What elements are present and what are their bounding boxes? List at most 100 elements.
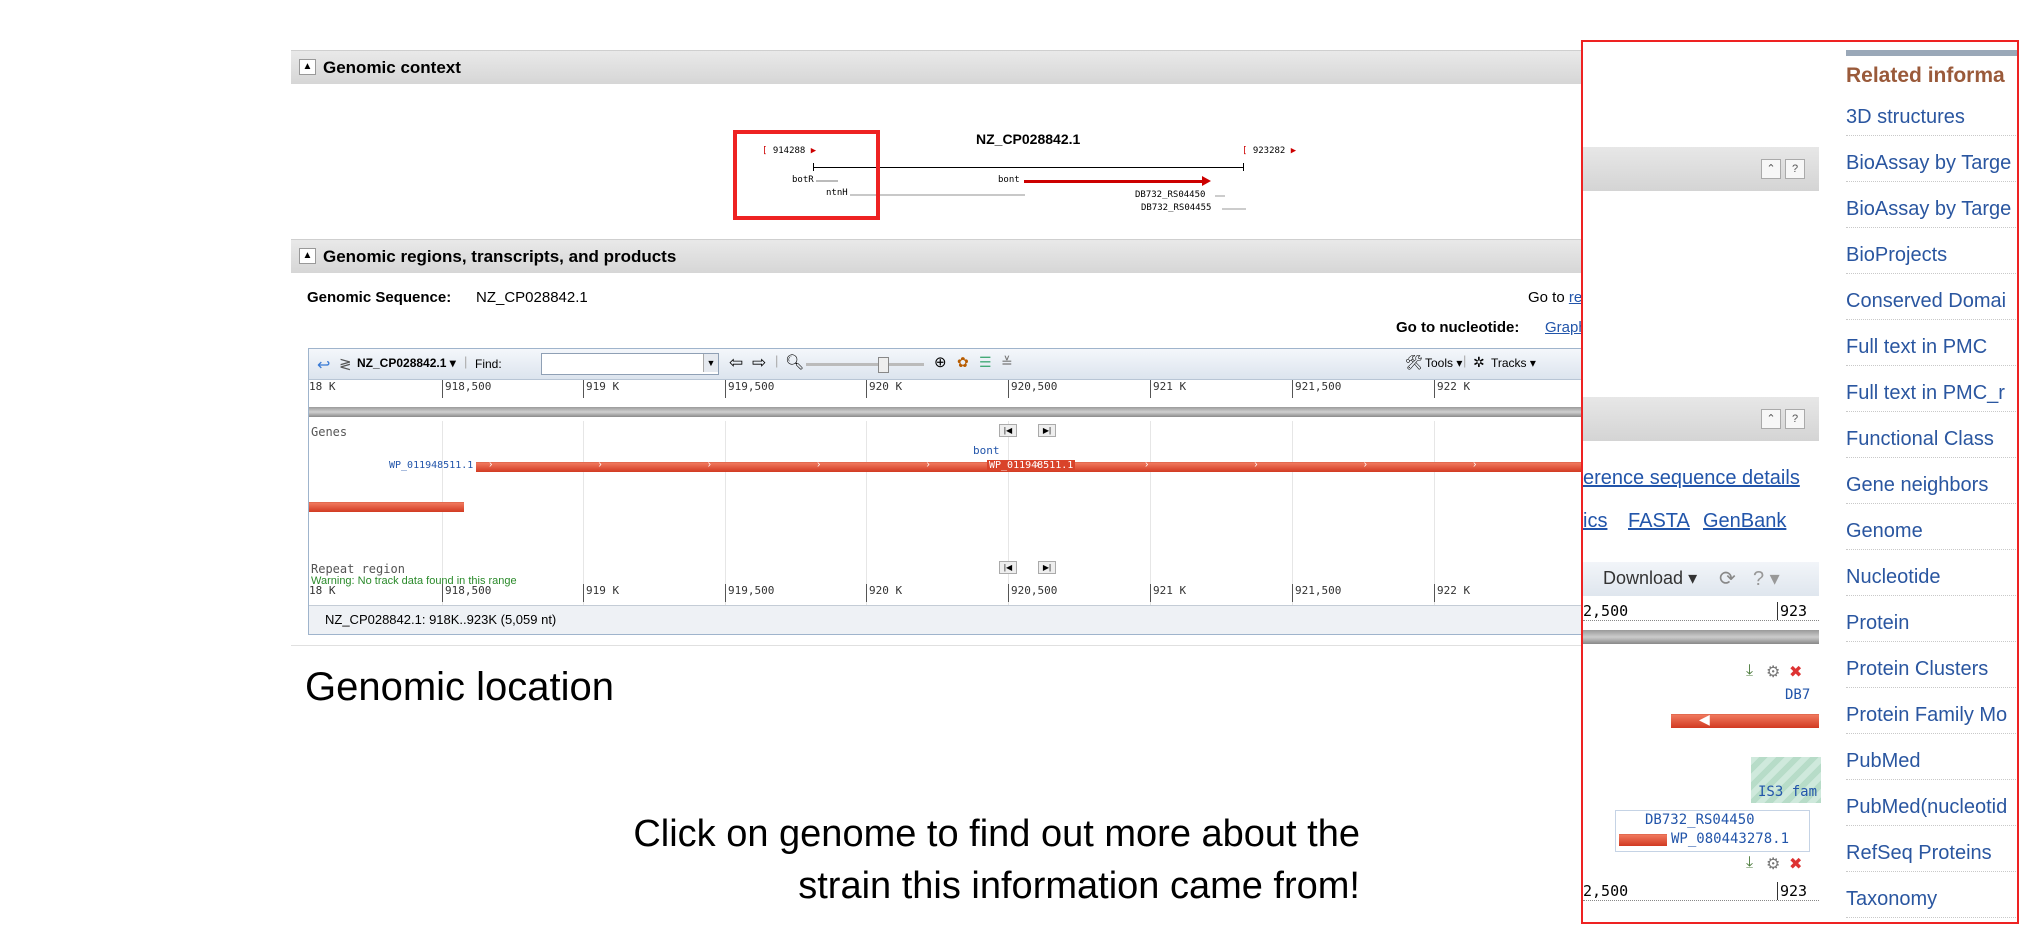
gene-label-rs04450[interactable]: DB732_RS04450 bbox=[1135, 190, 1205, 200]
zoom-out-icon[interactable]: 🔍︎ bbox=[785, 353, 804, 371]
tracks-menu[interactable]: Tracks ▾ bbox=[1491, 356, 1536, 370]
gene-arrow-rs04455[interactable] bbox=[1222, 208, 1246, 210]
related-link-protein[interactable]: Protein bbox=[1846, 612, 2017, 642]
overlay-ruler: 2,500 923 bbox=[1583, 602, 1819, 621]
genomic-sequence-label: Genomic Sequence: bbox=[307, 289, 452, 306]
genomic-regions-header[interactable]: ▲ Genomic regions, transcripts, and prod… bbox=[291, 239, 1611, 273]
overlay-label-is3[interactable]: IS3 fam bbox=[1758, 784, 1817, 800]
ruler-tick: 18 K bbox=[309, 584, 336, 597]
overlay-label-rs04450[interactable]: DB732_RS04450 bbox=[1645, 812, 1755, 828]
pan-left-icon[interactable]: ⇦ bbox=[729, 353, 743, 373]
ruler-tick: 919 K bbox=[583, 584, 619, 602]
download-menu[interactable]: Download ▾ bbox=[1603, 568, 1697, 589]
sequence-icon[interactable]: ✿ bbox=[957, 354, 969, 371]
pan-right-icon[interactable]: ⇨ bbox=[752, 353, 766, 373]
collapse-toggle-icon[interactable]: ▲ bbox=[299, 59, 316, 75]
sequence-switch-icon[interactable]: ≷ bbox=[339, 355, 352, 373]
gene-label-bont[interactable]: bont bbox=[998, 175, 1020, 185]
related-link-protein-family-models[interactable]: Protein Family Mo bbox=[1846, 704, 2017, 734]
reference-sequence-details-link[interactable]: erence sequence details bbox=[1583, 467, 1800, 490]
related-link-gene-neighbors[interactable]: Gene neighbors bbox=[1846, 474, 2017, 504]
related-link-bioassay-target-2[interactable]: BioAssay by Targe bbox=[1846, 198, 2017, 228]
overlay-label-db7[interactable]: DB7 bbox=[1785, 687, 1810, 703]
ruler-tick: 920 K bbox=[866, 380, 902, 398]
collapse-all-icon[interactable]: ⌃ bbox=[1761, 409, 1781, 429]
zoom-slider-handle[interactable] bbox=[878, 357, 889, 373]
related-link-bioassay-target[interactable]: BioAssay by Targe bbox=[1846, 152, 2017, 182]
find-label: Find: bbox=[475, 357, 502, 371]
bottom-ruler: 18 K 918,500 919 K 919,500 920 K 920,500… bbox=[309, 584, 1589, 604]
back-icon[interactable]: ↩ bbox=[317, 355, 330, 375]
find-input[interactable] bbox=[541, 353, 719, 375]
ntnh-gene-bar[interactable] bbox=[309, 502, 464, 512]
fasta-link[interactable]: FASTA bbox=[1628, 510, 1690, 533]
context-accession: NZ_CP028842.1 bbox=[976, 131, 1081, 147]
collapse-toggle-icon[interactable]: ▲ bbox=[299, 248, 316, 264]
close-icon[interactable]: ✖ bbox=[1789, 854, 1802, 874]
zoomed-overlay: ⌃ ? ⌃ ? erence sequence details ics FAST… bbox=[1581, 40, 2019, 924]
collapse-all-icon[interactable]: ⌃ bbox=[1761, 159, 1781, 179]
overlay-gene-bar-small[interactable] bbox=[1619, 834, 1667, 846]
related-link-full-text-pmc[interactable]: Full text in PMC bbox=[1846, 336, 2017, 366]
related-link-pubmed-nucleotide[interactable]: PubMed(nucleotid bbox=[1846, 796, 2017, 826]
overlay-gene-bar[interactable] bbox=[1671, 714, 1819, 728]
tools-menu[interactable]: Tools ▾ bbox=[1425, 356, 1462, 370]
related-link-protein-clusters[interactable]: Protein Clusters bbox=[1846, 658, 2017, 688]
track-next-icon[interactable]: ▶| bbox=[1038, 561, 1056, 574]
track-next-icon[interactable]: ▶| bbox=[1038, 424, 1056, 437]
related-link-refseq-proteins[interactable]: RefSeq Proteins bbox=[1846, 842, 2017, 872]
related-link-full-text-pmc-r[interactable]: Full text in PMC_r bbox=[1846, 382, 2017, 412]
viewer-toolbar: ↩ ≷ NZ_CP028842.1 ▾ | Find: ▼ ⇦ ⇨ | 🔍︎ ⊕… bbox=[309, 349, 1589, 380]
section-title: Genomic context bbox=[323, 58, 461, 77]
zoom-in-icon[interactable]: ⊕ bbox=[934, 353, 947, 371]
gene-arrow-rs04450[interactable] bbox=[1215, 195, 1225, 197]
track-prev-icon[interactable]: |◀ bbox=[999, 424, 1017, 437]
genes-track-label: Genes bbox=[311, 425, 348, 439]
sequence-bar[interactable] bbox=[309, 407, 1589, 417]
ruler-tick: 922 K bbox=[1434, 380, 1470, 398]
track-color-icon[interactable]: ☰ bbox=[979, 354, 992, 371]
genomic-location-heading: Genomic location bbox=[305, 665, 615, 709]
find-dropdown-icon[interactable]: ▼ bbox=[703, 354, 718, 372]
related-link-bioprojects[interactable]: BioProjects bbox=[1846, 244, 2017, 274]
gene-name-bont[interactable]: bont bbox=[973, 444, 1000, 457]
related-link-3d-structures[interactable]: 3D structures bbox=[1846, 106, 2017, 136]
ruler-tick: 918,500 bbox=[442, 584, 491, 602]
gene-arrow-bont[interactable] bbox=[1024, 180, 1204, 183]
help-icon[interactable]: ? bbox=[1785, 409, 1805, 429]
overlay-sequence-bar[interactable] bbox=[1583, 630, 1819, 644]
settings-icon[interactable]: ⚙ bbox=[1766, 662, 1780, 682]
ruler-tick: 921 K bbox=[1150, 380, 1186, 398]
related-link-conserved-domains[interactable]: Conserved Domai bbox=[1846, 290, 2017, 320]
related-link-nucleotide[interactable]: Nucleotide bbox=[1846, 566, 2017, 596]
status-text: NZ_CP028842.1: 918K..923K (5,059 nt) bbox=[325, 612, 557, 627]
graphics-link[interactable]: ics bbox=[1583, 510, 1607, 533]
collapse-tracks-icon[interactable]: ≚ bbox=[1001, 354, 1013, 371]
related-link-pubmed[interactable]: PubMed bbox=[1846, 750, 2017, 780]
related-link-taxonomy[interactable]: Taxonomy bbox=[1846, 888, 2017, 918]
ruler-tick: 923 bbox=[1777, 602, 1807, 620]
close-icon[interactable]: ✖ bbox=[1789, 662, 1802, 682]
related-link-genome[interactable]: Genome bbox=[1846, 520, 2017, 550]
settings-icon[interactable]: ⚙ bbox=[1766, 854, 1780, 874]
zoom-slider-track[interactable] bbox=[806, 363, 924, 366]
viewer-accession-dropdown[interactable]: NZ_CP028842.1 ▾ bbox=[357, 356, 456, 370]
caption-line: strain this information came from! bbox=[798, 865, 1360, 907]
highlight-box bbox=[733, 130, 880, 220]
overlay-label-wp[interactable]: WP_080443278.1 bbox=[1671, 831, 1789, 847]
genbank-link[interactable]: GenBank bbox=[1703, 510, 1786, 533]
help-icon[interactable]: ? bbox=[1785, 159, 1805, 179]
download-track-icon[interactable]: ⤓ bbox=[1746, 854, 1753, 872]
gene-label-rs04455[interactable]: DB732_RS04455 bbox=[1141, 203, 1211, 213]
sequence-viewer[interactable]: ↩ ≷ NZ_CP028842.1 ▾ | Find: ▼ ⇦ ⇨ | 🔍︎ ⊕… bbox=[308, 348, 1590, 635]
help-icon[interactable]: ? ▾ bbox=[1753, 566, 1780, 591]
download-track-icon[interactable]: ⤓ bbox=[1746, 662, 1753, 680]
overlay-toolbar: Download ▾ ⟳ ? ▾ bbox=[1583, 562, 1819, 596]
related-info-list: 3D structures BioAssay by Targe BioAssay… bbox=[1846, 42, 2017, 922]
gene-arrowhead-bont bbox=[1202, 176, 1211, 186]
related-link-functional-class[interactable]: Functional Class bbox=[1846, 428, 2017, 458]
genomic-context-header[interactable]: ▲ Genomic context bbox=[291, 50, 1611, 84]
track-prev-icon[interactable]: |◀ bbox=[999, 561, 1017, 574]
refresh-icon[interactable]: ⟳ bbox=[1719, 566, 1736, 591]
protein-label-left[interactable]: WP_011948511.1 bbox=[389, 460, 473, 471]
